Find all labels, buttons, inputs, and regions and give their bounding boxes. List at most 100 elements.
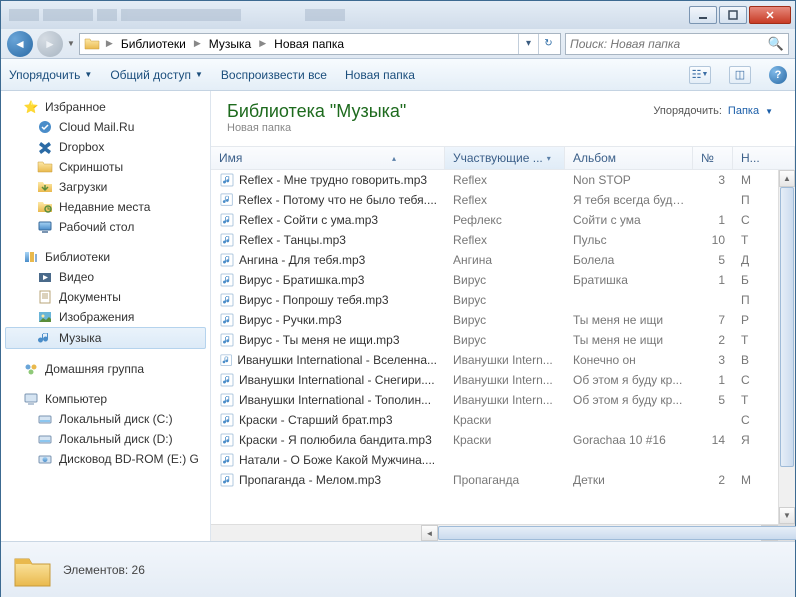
file-title: Т [733, 233, 778, 247]
minimize-button[interactable] [689, 6, 717, 24]
scroll-down-button[interactable]: ▼ [779, 507, 795, 524]
search-input[interactable] [570, 37, 768, 51]
column-album[interactable]: Альбом [565, 147, 693, 169]
chevron-right-icon[interactable]: ▶ [102, 38, 117, 49]
chevron-right-icon[interactable]: ▶ [255, 38, 270, 49]
history-dropdown-icon[interactable]: ▼ [67, 39, 75, 48]
column-artist[interactable]: Участвующие ...▾ [445, 147, 565, 169]
file-title: Б [733, 273, 778, 287]
file-row[interactable]: Иванушки International - Снегири.... Ива… [211, 370, 778, 390]
computer-header[interactable]: Компьютер [1, 389, 210, 409]
music-file-icon [219, 172, 235, 188]
arrange-by[interactable]: Упорядочить: Папка ▼ [653, 105, 773, 117]
sidebar-item[interactable]: Локальный диск (C:) [1, 409, 210, 429]
search-icon[interactable]: 🔍 [768, 36, 784, 52]
item-icon [37, 289, 53, 305]
favorites-group: ⭐ Избранное Cloud Mail.RuDropboxСкриншот… [1, 97, 210, 237]
file-row[interactable]: Пропаганда - Мелом.mp3 Пропаганда Детки … [211, 470, 778, 490]
sidebar-item[interactable]: Музыка [5, 327, 206, 349]
sidebar-item[interactable]: Недавние места [1, 197, 210, 217]
scroll-thumb[interactable] [438, 526, 796, 540]
file-row[interactable]: Иванушки International - Тополин... Иван… [211, 390, 778, 410]
breadcrumb-item[interactable]: Библиотеки [117, 37, 190, 51]
column-headers: Имя▴ Участвующие ...▾ Альбом № Н... [211, 146, 795, 170]
column-title[interactable]: Н... [733, 147, 795, 169]
arrange-label: Упорядочить: [653, 105, 722, 117]
music-file-icon [219, 452, 235, 468]
breadcrumb-dropdown[interactable]: ▾ [518, 34, 538, 54]
file-artist: Иванушки Intern... [445, 393, 565, 407]
file-title: В [733, 353, 778, 367]
file-album: Об этом я буду кр... [565, 393, 693, 407]
favorites-header[interactable]: ⭐ Избранное [1, 97, 210, 117]
titlebar[interactable] [1, 1, 795, 29]
nav-forward-button[interactable]: ► [37, 31, 63, 57]
toolbar: Упорядочить▼ Общий доступ▼ Воспроизвести… [1, 59, 795, 91]
horizontal-scrollbar[interactable]: ◄ ► [211, 524, 795, 541]
sidebar-item-label: Видео [59, 270, 94, 284]
preview-pane-button[interactable]: ◫ [729, 66, 751, 84]
file-row[interactable]: Краски - Я полюбила бандита.mp3 Краски G… [211, 430, 778, 450]
sidebar-item[interactable]: Документы [1, 287, 210, 307]
file-artist: Краски [445, 413, 565, 427]
file-track: 1 [693, 373, 733, 387]
music-file-icon [219, 292, 235, 308]
scroll-thumb[interactable] [780, 187, 794, 467]
file-artist: Ангина [445, 253, 565, 267]
arrange-value[interactable]: Папка [728, 105, 759, 117]
sidebar-item[interactable]: Загрузки [1, 177, 210, 197]
chevron-right-icon[interactable]: ▶ [190, 38, 205, 49]
nav-back-button[interactable]: ◄ [7, 31, 33, 57]
sidebar-item[interactable]: Скриншоты [1, 157, 210, 177]
music-file-icon [219, 252, 235, 268]
libraries-header[interactable]: Библиотеки [1, 247, 210, 267]
file-row[interactable]: Ангина - Для тебя.mp3 Ангина Болела 5 Д [211, 250, 778, 270]
file-row[interactable]: Вирус - Ручки.mp3 Вирус Ты меня не ищи 7… [211, 310, 778, 330]
item-icon [37, 199, 53, 215]
file-row[interactable]: Вирус - Ты меня не ищи.mp3 Вирус Ты меня… [211, 330, 778, 350]
view-options-button[interactable]: ☷ ▼ [689, 66, 711, 84]
breadcrumb-item[interactable]: Новая папка [270, 37, 348, 51]
file-row[interactable]: Вирус - Братишка.mp3 Вирус Братишка 1 Б [211, 270, 778, 290]
sidebar-item[interactable]: Видео [1, 267, 210, 287]
file-artist: Вирус [445, 313, 565, 327]
playall-button[interactable]: Воспроизвести все [221, 68, 327, 82]
share-menu[interactable]: Общий доступ▼ [110, 68, 203, 82]
maximize-button[interactable] [719, 6, 747, 24]
file-row[interactable]: Reflex - Сойти с ума.mp3 Рефлекс Сойти с… [211, 210, 778, 230]
breadcrumb[interactable]: ▶ Библиотеки ▶ Музыка ▶ Новая папка ▾ ↻ [79, 33, 561, 55]
item-icon [37, 411, 53, 427]
file-track: 3 [693, 173, 733, 187]
sidebar-item[interactable]: Изображения [1, 307, 210, 327]
sidebar-item[interactable]: Dropbox [1, 137, 210, 157]
sidebar-item[interactable]: Дисковод BD-ROM (E:) G [1, 449, 210, 469]
search-box[interactable]: 🔍 [565, 33, 789, 55]
file-row[interactable]: Краски - Старший брат.mp3 Краски С [211, 410, 778, 430]
sidebar-item[interactable]: Локальный диск (D:) [1, 429, 210, 449]
file-track: 10 [693, 233, 733, 247]
refresh-button[interactable]: ↻ [538, 34, 558, 54]
organize-menu[interactable]: Упорядочить▼ [9, 68, 92, 82]
file-row[interactable]: Натали - О Боже Какой Мужчина.... [211, 450, 778, 470]
music-file-icon [219, 392, 235, 408]
file-track: 7 [693, 313, 733, 327]
homegroup-header[interactable]: Домашняя группа [1, 359, 210, 379]
navigation-pane: ⭐ Избранное Cloud Mail.RuDropboxСкриншот… [1, 91, 211, 541]
file-row[interactable]: Reflex - Танцы.mp3 Reflex Пульс 10 Т [211, 230, 778, 250]
help-button[interactable]: ? [769, 66, 787, 84]
file-row[interactable]: Вирус - Попрошу тебя.mp3 Вирус П [211, 290, 778, 310]
scroll-up-button[interactable]: ▲ [779, 170, 795, 187]
vertical-scrollbar[interactable]: ▲ ▼ [778, 170, 795, 524]
newfolder-button[interactable]: Новая папка [345, 68, 415, 82]
file-title: С [733, 213, 778, 227]
column-track[interactable]: № [693, 147, 733, 169]
sidebar-item[interactable]: Cloud Mail.Ru [1, 117, 210, 137]
scroll-left-button[interactable]: ◄ [421, 525, 438, 541]
close-button[interactable] [749, 6, 791, 24]
file-row[interactable]: Иванушки International - Вселенна... Ива… [211, 350, 778, 370]
file-row[interactable]: Reflex - Мне трудно говорить.mp3 Reflex … [211, 170, 778, 190]
sidebar-item[interactable]: Рабочий стол [1, 217, 210, 237]
file-row[interactable]: Reflex - Потому что не было тебя.... Ref… [211, 190, 778, 210]
breadcrumb-item[interactable]: Музыка [205, 37, 255, 51]
column-name[interactable]: Имя▴ [211, 147, 445, 169]
